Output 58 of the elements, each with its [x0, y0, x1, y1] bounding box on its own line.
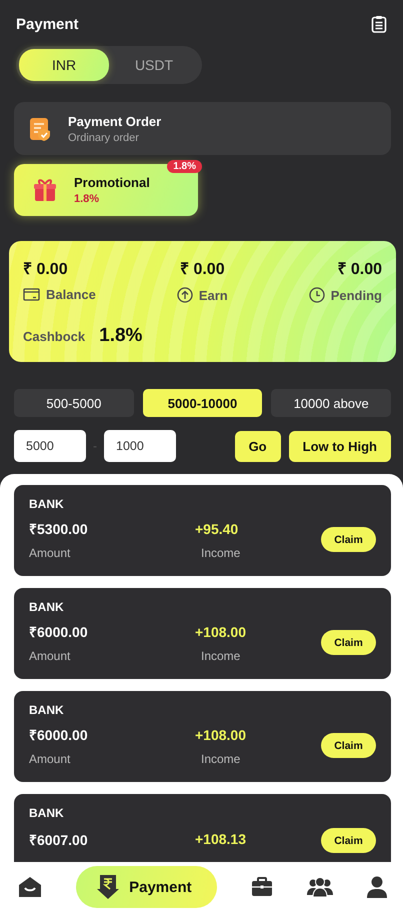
arrow-up-circle-icon — [176, 287, 193, 303]
sort-button[interactable]: Low to High — [288, 430, 391, 462]
income-label: Income — [200, 546, 242, 560]
order-amount: ₹6000.00 — [29, 623, 89, 641]
cashback-label: Cashbock — [23, 329, 86, 344]
order-amount: ₹5300.00 — [29, 520, 89, 538]
income-label: Income — [200, 752, 242, 766]
payment-order-card[interactable]: Payment Order Ordinary order — [14, 102, 391, 155]
order-income: +95.40 — [194, 520, 240, 536]
stat-amount: ₹ 0.00 — [337, 260, 382, 279]
card-title: Payment Order — [68, 114, 162, 128]
card-subtitle: 1.8% — [74, 193, 100, 205]
claim-button[interactable]: Claim — [321, 630, 376, 655]
range-separator: - — [92, 439, 98, 453]
payment-method: BANK — [29, 600, 65, 614]
order-income: +108.13 — [194, 831, 247, 847]
amount-label: Amount — [29, 752, 72, 766]
currency-tab[interactable]: INR — [19, 49, 109, 81]
payment-method: BANK — [29, 497, 65, 511]
card-subtitle: Ordinary order — [68, 132, 140, 144]
amount-label: Amount — [29, 649, 72, 663]
payment-method: BANK — [29, 806, 65, 820]
page-title: Payment — [16, 16, 79, 32]
rate-badge: 1.8% — [167, 160, 202, 173]
order-income: +108.00 — [194, 726, 247, 742]
amount-label: Amount — [29, 546, 72, 560]
group-icon[interactable] — [306, 877, 333, 897]
briefcase-icon[interactable] — [250, 877, 273, 897]
stat-label: Earn — [198, 288, 228, 302]
claim-button[interactable]: Claim — [321, 733, 376, 758]
range-tab[interactable]: 10000 above — [271, 389, 392, 417]
gift-box-icon — [32, 178, 58, 202]
stat-amount: ₹ 0.00 — [180, 260, 225, 279]
go-button[interactable]: Go — [234, 430, 281, 462]
range-tab[interactable]: 500-5000 — [14, 389, 134, 417]
range-tab[interactable]: 5000-10000 — [142, 389, 262, 417]
order-amount: ₹6007.00 — [29, 830, 89, 848]
claim-button[interactable]: Claim — [321, 828, 376, 853]
stat-amount: ₹ 0.00 — [23, 260, 68, 279]
person-icon[interactable] — [366, 876, 387, 898]
order-amount: ₹6000.00 — [29, 726, 89, 744]
order-income: +108.00 — [194, 624, 247, 640]
stat-label: Balance — [46, 287, 96, 302]
home-icon[interactable] — [18, 876, 42, 898]
card-title: Promotional — [74, 175, 150, 190]
rupee-arrow-icon[interactable] — [96, 874, 120, 900]
payment-method: BANK — [29, 703, 65, 717]
wallet-card-icon — [23, 288, 40, 301]
clock-icon — [308, 287, 325, 303]
claim-button[interactable]: Claim — [321, 527, 376, 552]
currency-tab[interactable]: USDT — [109, 49, 199, 81]
clipboard-icon[interactable] — [371, 15, 387, 33]
cashback-value: 1.8% — [99, 325, 142, 347]
max-amount-field[interactable]: 1000 — [104, 430, 176, 462]
min-amount-field[interactable]: 5000 — [14, 430, 86, 462]
income-label: Income — [200, 649, 242, 663]
payment-nav-tab[interactable]: Payment — [76, 866, 217, 908]
stat-label: Pending — [330, 288, 382, 302]
